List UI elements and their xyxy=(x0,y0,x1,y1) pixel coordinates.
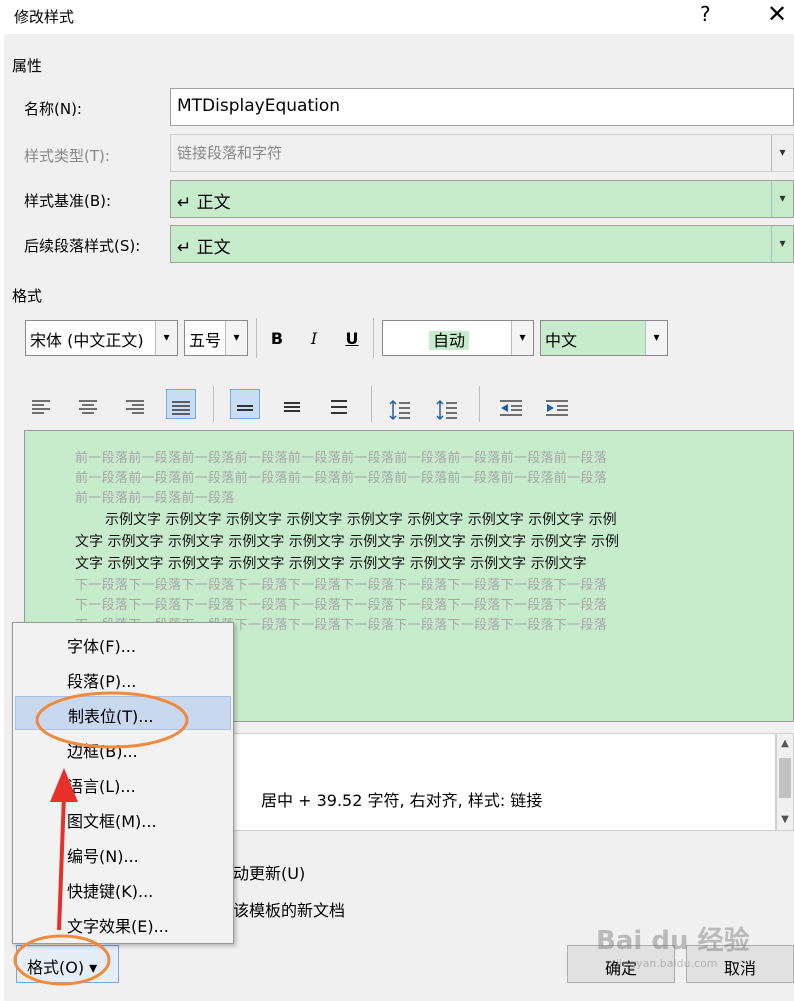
style-type-value: 链接段落和字符 xyxy=(177,144,283,162)
preview-sample-text: 文字 示例文字 示例文字 示例文字 示例文字 示例文字 示例文字 示例文字 示例… xyxy=(75,534,620,550)
font-value: 宋体 (中文正文) xyxy=(30,331,144,350)
style-type-label: 样式类型(T): xyxy=(24,147,110,165)
help-button[interactable]: ? xyxy=(700,2,711,26)
format-dropdown-menu: 字体(F)... 段落(P)... 制表位(T)... 边框(B)... 语言(… xyxy=(12,622,234,944)
language-value: 中文 xyxy=(545,331,578,350)
toolbar-separator xyxy=(371,386,372,422)
toolbar-separator xyxy=(213,386,214,422)
menu-item-tabs[interactable]: 制表位(T)... xyxy=(15,696,231,730)
underline-button[interactable]: U xyxy=(337,324,367,354)
close-button[interactable]: ✕ xyxy=(760,0,794,28)
watermark-brand: Bai du 经验 xyxy=(596,926,750,956)
preview-previous-paragraph: 前一段落前一段落前一段落前一段落前一段落前一段落前一段落前一段落前一段落前一段落 xyxy=(75,471,608,486)
next-style-label: 后续段落样式(S): xyxy=(24,237,141,255)
chevron-down-icon[interactable]: ▾ xyxy=(511,321,533,355)
double-spacing-icon[interactable] xyxy=(324,389,354,419)
style-based-select[interactable]: ↵ 正文 ▾ xyxy=(170,180,794,218)
style-type-select: 链接段落和字符 ▾ xyxy=(170,134,794,172)
chevron-down-icon[interactable]: ▾ xyxy=(225,321,247,355)
chevron-down-icon[interactable]: ▾ xyxy=(645,321,667,355)
chevron-down-icon[interactable]: ▾ xyxy=(771,226,793,262)
menu-item-shortcut[interactable]: 快捷键(K)... xyxy=(15,872,231,906)
new-documents-label[interactable]: 该模板的新文档 xyxy=(233,897,345,921)
bold-button[interactable]: B xyxy=(262,324,292,354)
scroll-up-icon[interactable]: ▲ xyxy=(777,738,793,749)
increase-indent-icon[interactable] xyxy=(542,389,572,419)
chevron-down-icon[interactable]: ▾ xyxy=(155,321,177,355)
style-description-text: 居中 + 39.52 字符, 右对齐, 样式: 链接 xyxy=(261,791,543,810)
preview-sample-text: 文字 示例文字 示例文字 示例文字 示例文字 示例文字 示例文字 示例文字 示例… xyxy=(75,556,587,572)
size-value: 五号 xyxy=(189,331,222,350)
decrease-indent-icon[interactable] xyxy=(496,389,526,419)
next-style-value: ↵ 正文 xyxy=(177,238,231,258)
watermark-url: jingyan.baidu.com xyxy=(616,957,718,970)
dialog-title: 修改样式 xyxy=(14,8,75,26)
font-color-value: 自动 xyxy=(428,331,469,350)
toolbar-separator xyxy=(479,386,480,422)
single-spacing-icon[interactable] xyxy=(230,389,260,419)
chevron-down-icon: ▾ xyxy=(771,135,793,171)
title-bar: 修改样式 ? ✕ xyxy=(0,0,794,34)
menu-item-numbering[interactable]: 编号(N)... xyxy=(15,837,231,871)
space-before-icon[interactable] xyxy=(385,389,415,421)
name-input[interactable]: MTDisplayEquation xyxy=(170,88,794,126)
align-left-icon[interactable] xyxy=(26,389,56,419)
language-select[interactable]: 中文 ▾ xyxy=(540,320,668,356)
menu-item-frame[interactable]: 图文框(M)... xyxy=(15,802,231,836)
space-after-icon[interactable] xyxy=(432,389,462,421)
menu-item-border[interactable]: 边框(B)... xyxy=(15,732,231,766)
chevron-down-icon[interactable]: ▾ xyxy=(771,181,793,217)
preview-next-paragraph: 下一段落下一段落下一段落下一段落下一段落下一段落下一段落下一段落下一段落下一段落 xyxy=(75,578,608,593)
font-color-select[interactable]: 自动 ▾ xyxy=(382,320,534,356)
font-select[interactable]: 宋体 (中文正文) ▾ xyxy=(25,320,178,356)
format-section-label: 格式 xyxy=(12,287,43,305)
style-based-value: ↵ 正文 xyxy=(177,193,231,213)
next-style-select[interactable]: ↵ 正文 ▾ xyxy=(170,225,794,263)
preview-sample-text: 示例文字 示例文字 示例文字 示例文字 示例文字 示例文字 示例文字 示例文字 … xyxy=(105,512,617,528)
style-based-label: 样式基准(B): xyxy=(24,192,112,210)
size-select[interactable]: 五号 ▾ xyxy=(184,320,248,356)
scroll-thumb[interactable] xyxy=(779,758,791,798)
name-label: 名称(N): xyxy=(24,100,82,118)
description-scrollbar[interactable]: ▲ ▼ xyxy=(776,733,794,831)
menu-item-text-effects[interactable]: 文字效果(E)... xyxy=(15,907,231,941)
preview-next-paragraph: 下一段落下一段落下一段落下一段落下一段落下一段落下一段落下一段落下一段落下一段落 xyxy=(75,598,608,613)
toolbar-separator xyxy=(373,318,374,358)
justify-icon[interactable] xyxy=(166,389,196,419)
format-menu-button[interactable]: 格式(O) ▾ xyxy=(16,945,119,983)
toolbar-separator xyxy=(256,318,257,358)
menu-item-paragraph[interactable]: 段落(P)... xyxy=(15,662,231,696)
align-right-icon[interactable] xyxy=(120,389,150,419)
auto-update-label[interactable]: 动更新(U) xyxy=(233,860,305,884)
one-half-spacing-icon[interactable] xyxy=(277,389,307,419)
baidu-watermark: Bai du 经验 jingyan.baidu.com xyxy=(596,920,756,980)
properties-section-label: 属性 xyxy=(12,57,43,75)
preview-previous-paragraph: 前一段落前一段落前一段落前一段落前一段落前一段落前一段落前一段落前一段落前一段落 xyxy=(75,451,608,466)
italic-button[interactable]: I xyxy=(299,324,329,354)
align-center-icon[interactable] xyxy=(73,389,103,419)
preview-previous-paragraph: 前一段落前一段落前一段落 xyxy=(75,491,235,506)
menu-item-language[interactable]: 语言(L)... xyxy=(15,767,231,801)
menu-item-font[interactable]: 字体(F)... xyxy=(15,627,231,661)
scroll-down-icon[interactable]: ▼ xyxy=(777,814,793,825)
